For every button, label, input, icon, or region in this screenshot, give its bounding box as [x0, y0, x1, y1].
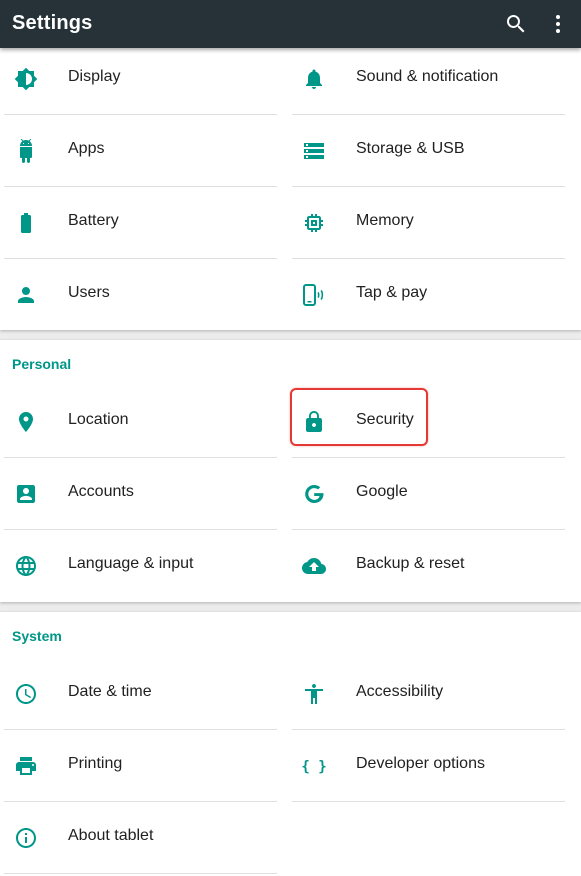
person-icon	[14, 283, 38, 307]
android-icon	[14, 139, 38, 163]
setting-users[interactable]: Users	[4, 259, 277, 331]
setting-label: Tap & pay	[356, 284, 428, 301]
setting-label: Battery	[68, 212, 119, 229]
setting-storage-usb[interactable]: Storage & USB	[292, 115, 565, 187]
more-vert-icon[interactable]	[546, 12, 570, 36]
setting-label: Apps	[68, 140, 105, 157]
bell-icon	[302, 67, 326, 91]
setting-label: Date & time	[68, 683, 152, 700]
setting-google[interactable]: Google	[292, 458, 565, 530]
app-bar: Settings	[0, 0, 581, 48]
settings-card-system: System Date & time Accessibility Printin…	[0, 612, 581, 876]
setting-label: Memory	[356, 212, 414, 229]
setting-label: Printing	[68, 755, 123, 772]
section-header-personal: Personal	[12, 356, 72, 372]
clock-icon	[14, 682, 38, 706]
location-pin-icon	[14, 410, 38, 434]
storage-icon	[302, 139, 326, 163]
tap-pay-icon	[302, 283, 326, 307]
security-highlight-box	[290, 388, 428, 446]
setting-label: Storage & USB	[356, 140, 465, 157]
info-icon	[14, 826, 38, 850]
setting-battery[interactable]: Battery	[4, 187, 277, 259]
setting-date-time[interactable]: Date & time	[4, 658, 277, 730]
setting-memory[interactable]: Memory	[292, 187, 565, 259]
setting-language-input[interactable]: Language & input	[4, 530, 277, 602]
setting-label: Location	[68, 411, 129, 428]
battery-icon	[14, 211, 38, 235]
setting-printing[interactable]: Printing	[4, 730, 277, 802]
setting-location[interactable]: Location	[4, 386, 277, 458]
settings-card-device: Display Sound & notification Apps Storag…	[0, 48, 581, 330]
setting-label: Sound & notification	[356, 68, 499, 85]
cloud-upload-icon	[302, 554, 326, 578]
setting-sound-notification[interactable]: Sound & notification	[292, 43, 565, 115]
account-box-icon	[14, 482, 38, 506]
setting-accounts[interactable]: Accounts	[4, 458, 277, 530]
section-header-system: System	[12, 628, 62, 644]
setting-label: Language & input	[68, 555, 194, 572]
search-icon[interactable]	[504, 12, 528, 36]
google-g-icon	[302, 482, 326, 506]
setting-label: Backup & reset	[356, 555, 465, 572]
accessibility-icon	[302, 682, 326, 706]
setting-label: Accessibility	[356, 683, 444, 700]
printer-icon	[14, 754, 38, 778]
display-icon	[14, 67, 38, 91]
setting-display[interactable]: Display	[4, 43, 277, 115]
setting-label: Users	[68, 284, 110, 301]
setting-developer-options[interactable]: { } Developer options	[292, 730, 565, 802]
page-title: Settings	[12, 12, 93, 34]
svg-text:{ }: { }	[302, 759, 326, 775]
setting-backup-reset[interactable]: Backup & reset	[292, 530, 565, 602]
setting-apps[interactable]: Apps	[4, 115, 277, 187]
setting-tap-pay[interactable]: Tap & pay	[292, 259, 565, 331]
settings-card-personal: Personal Location Security Accounts Goog…	[0, 340, 581, 602]
braces-icon: { }	[302, 754, 326, 778]
memory-chip-icon	[302, 211, 326, 235]
setting-label: Display	[68, 68, 121, 85]
setting-label: About tablet	[68, 827, 154, 844]
setting-label: Developer options	[356, 755, 485, 772]
setting-about-tablet[interactable]: About tablet	[4, 802, 277, 874]
globe-icon	[14, 554, 38, 578]
setting-label: Accounts	[68, 483, 134, 500]
setting-label: Google	[356, 483, 408, 500]
setting-accessibility[interactable]: Accessibility	[292, 658, 565, 730]
